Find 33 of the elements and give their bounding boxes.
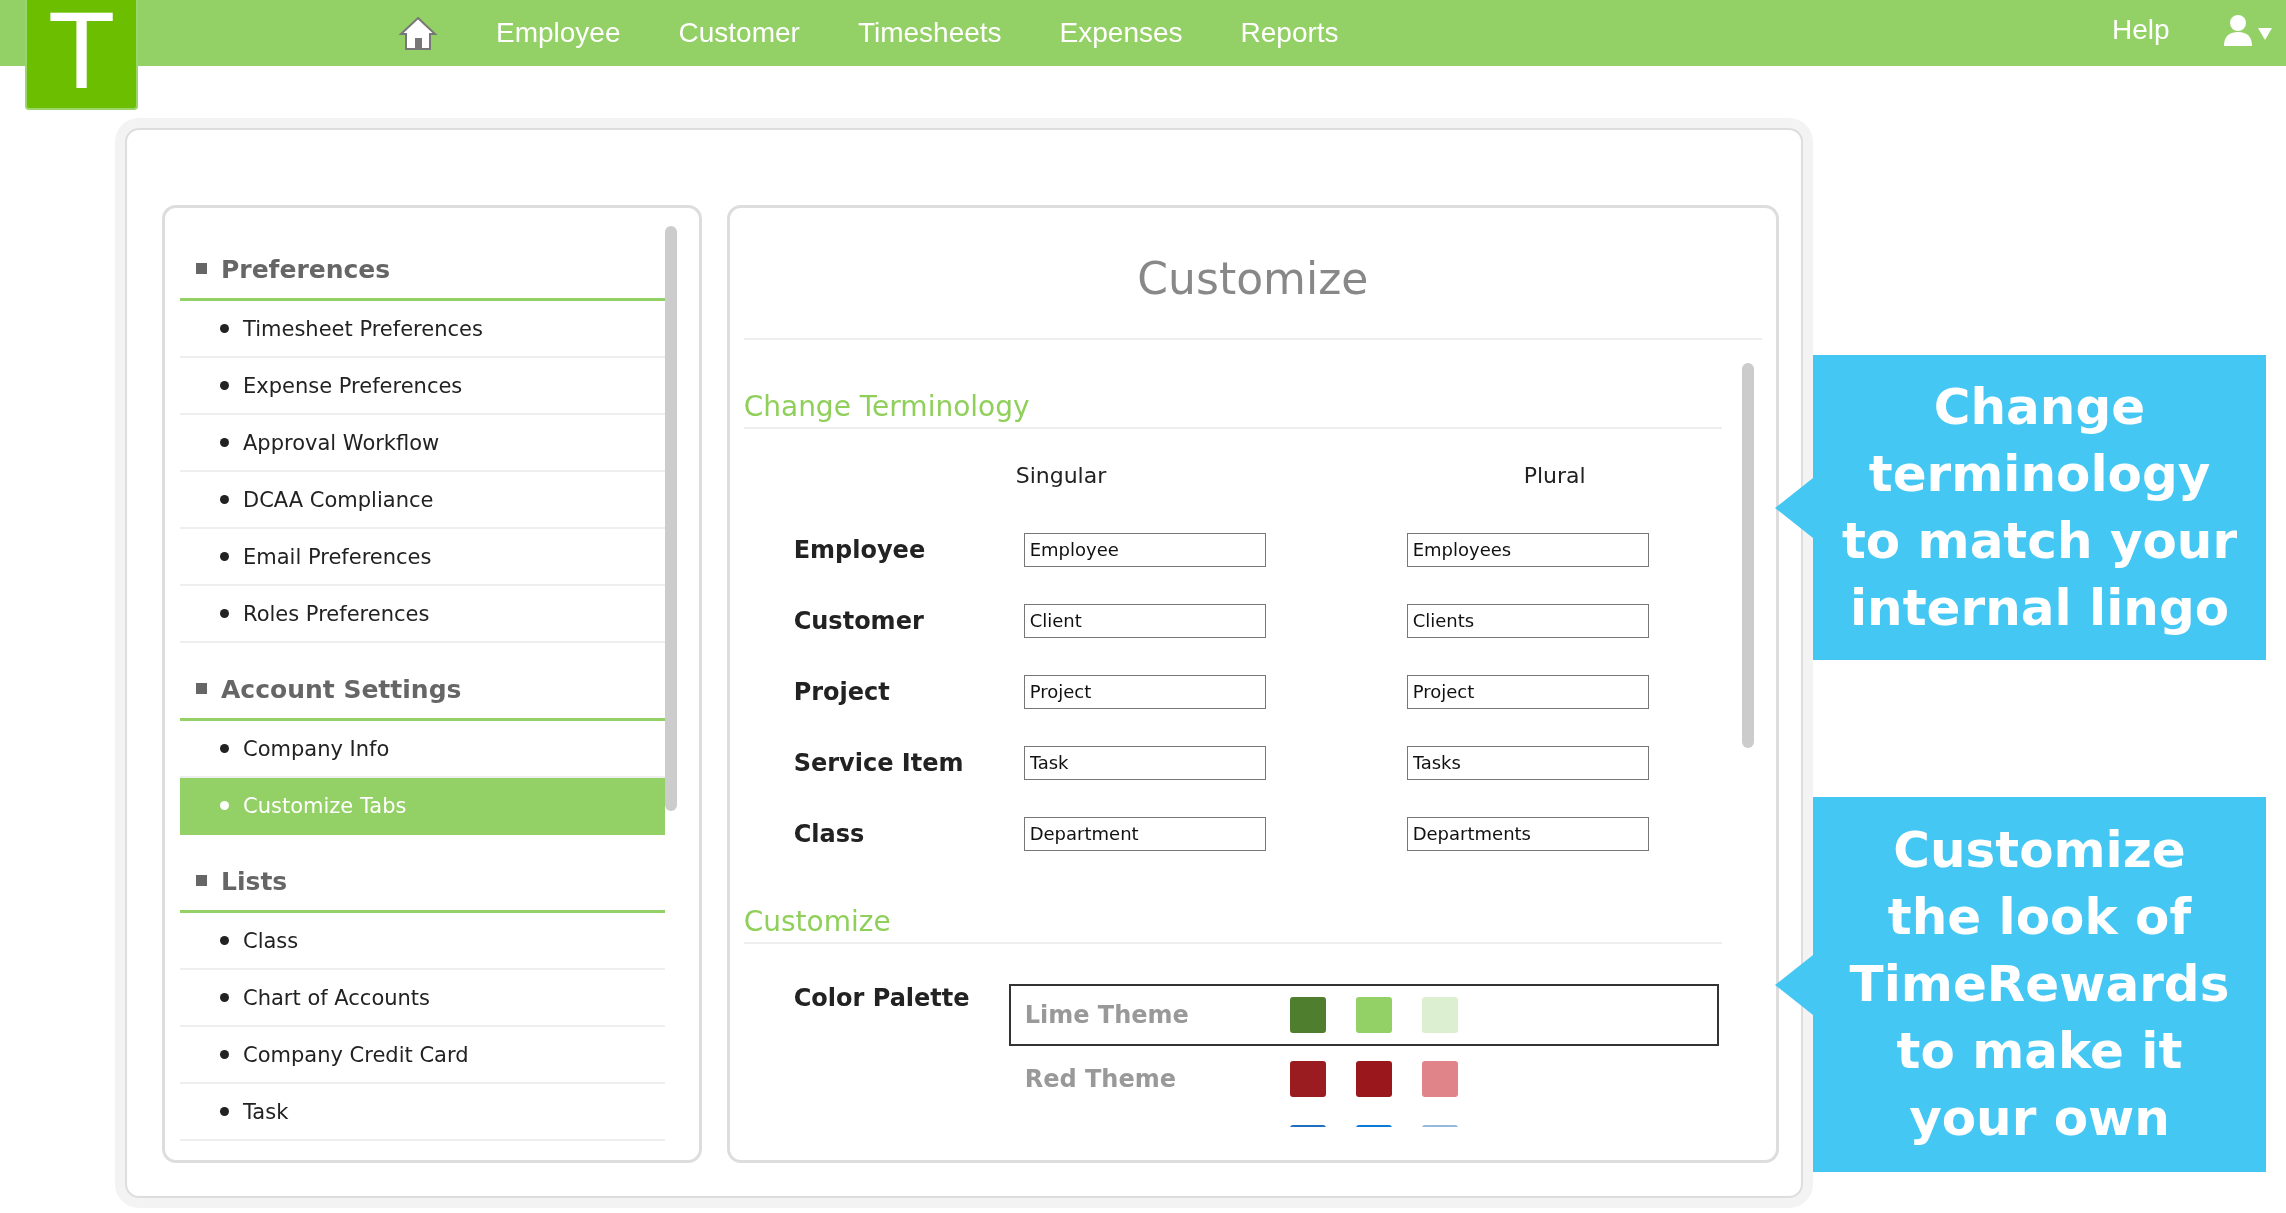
plural-field[interactable]: Employees xyxy=(1406,532,1649,567)
field-label: Color Palette xyxy=(793,984,971,1014)
plural-field[interactable]: Tasks xyxy=(1406,745,1649,780)
singular-field[interactable]: Department xyxy=(1023,816,1266,851)
plural-field[interactable]: Departments xyxy=(1406,816,1649,851)
section-heading: Change Terminology xyxy=(743,390,1722,429)
plural-field[interactable]: Clients xyxy=(1406,603,1649,638)
square-bullet-icon xyxy=(196,683,207,694)
term-label: Service Item xyxy=(793,748,965,777)
singular-field[interactable]: Employee xyxy=(1023,532,1266,567)
singular-field[interactable]: Task xyxy=(1023,745,1266,780)
square-bullet-icon xyxy=(196,263,207,274)
section-title: Lists xyxy=(221,867,288,896)
section-title: Account Settings xyxy=(221,675,462,704)
square-bullet-icon xyxy=(196,875,207,886)
theme-name: Red Theme xyxy=(1024,1065,1177,1093)
column-header: Singular xyxy=(1014,463,1107,488)
singular-field[interactable]: Project xyxy=(1023,674,1266,709)
term-label: Employee xyxy=(793,535,927,564)
page-title: Customize xyxy=(743,218,1762,340)
plural-field[interactable]: Project xyxy=(1406,674,1649,709)
section-title: Preferences xyxy=(221,255,391,284)
column-header: Plural xyxy=(1522,463,1586,488)
callout-text: Customize the look of TimeRewards to make it your own xyxy=(1849,820,2230,1149)
term-label: Project xyxy=(793,677,891,706)
section-heading: Customize xyxy=(743,905,1722,944)
scrollbar-thumb[interactable] xyxy=(665,226,677,811)
callout-text: Change terminology to match your internal lingo xyxy=(1841,376,2238,639)
term-label: Customer xyxy=(793,606,925,635)
singular-field[interactable]: Client xyxy=(1023,603,1266,638)
term-label: Class xyxy=(793,819,866,848)
scrollbar-thumb[interactable] xyxy=(1741,363,1754,748)
theme-name: Lime Theme xyxy=(1024,1001,1190,1029)
